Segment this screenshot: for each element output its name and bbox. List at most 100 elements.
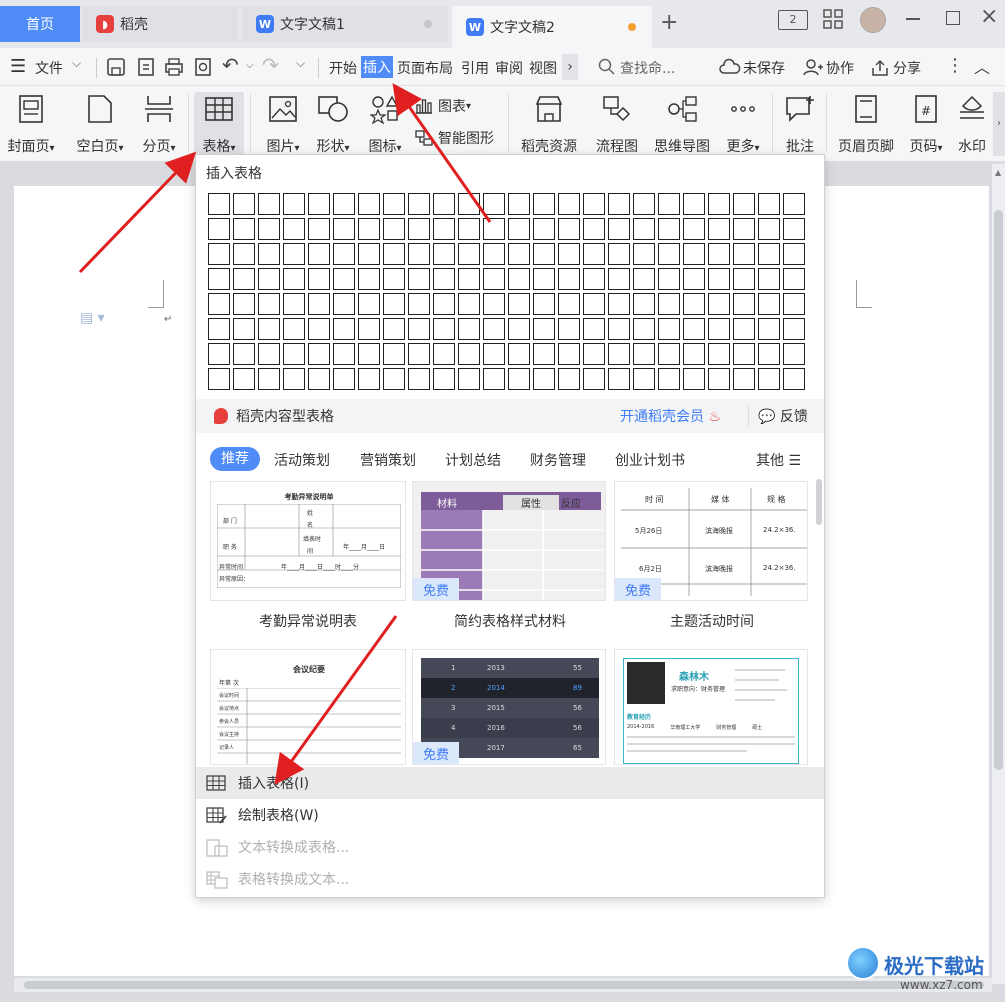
tab-insert[interactable]: 插入 xyxy=(361,56,393,78)
grid-cell[interactable] xyxy=(583,218,605,240)
grid-cell[interactable] xyxy=(358,193,380,215)
hamburger-icon[interactable]: ☰ xyxy=(10,56,26,77)
grid-cell[interactable] xyxy=(483,318,505,340)
grid-cell[interactable] xyxy=(683,343,705,365)
grid-cell[interactable] xyxy=(308,243,330,265)
grid-cell[interactable] xyxy=(433,268,455,290)
chart-button[interactable]: 图表 ▾ xyxy=(414,96,471,116)
grid-cell[interactable] xyxy=(783,293,805,315)
scrollbar-thumb[interactable] xyxy=(24,981,984,989)
grid-cell[interactable] xyxy=(383,243,405,265)
grid-cell[interactable] xyxy=(683,268,705,290)
grid-cell[interactable] xyxy=(333,368,355,390)
grid-cell[interactable] xyxy=(308,343,330,365)
category-other[interactable]: 其他 ☰ xyxy=(756,450,801,470)
grid-cell[interactable] xyxy=(758,243,780,265)
new-tab-button[interactable]: + xyxy=(660,10,678,35)
template-card-dark-table[interactable]: 12013552201489320155642016565201765 免费 xyxy=(412,649,606,765)
grid-cell[interactable] xyxy=(558,218,580,240)
grid-cell[interactable] xyxy=(483,343,505,365)
grid-cell[interactable] xyxy=(358,293,380,315)
template-card-meeting[interactable]: 会议纪要 年第 次 会议时间 会议地点 参会人员 会议主持 记录人 xyxy=(210,649,406,765)
smartart-button[interactable]: 智能图形 xyxy=(414,128,494,148)
horizontal-scrollbar[interactable] xyxy=(14,978,992,992)
grid-cell[interactable] xyxy=(458,318,480,340)
grid-cell[interactable] xyxy=(383,368,405,390)
grid-cell[interactable] xyxy=(783,193,805,215)
category-business-plan[interactable]: 创业计划书 xyxy=(615,450,685,470)
close-icon[interactable]: × xyxy=(980,4,998,29)
grid-cell[interactable] xyxy=(683,368,705,390)
grid-cell[interactable] xyxy=(733,368,755,390)
grid-cell[interactable] xyxy=(508,318,530,340)
avatar[interactable] xyxy=(860,7,886,33)
grid-cell[interactable] xyxy=(208,368,230,390)
grid-cell[interactable] xyxy=(233,318,255,340)
grid-cell[interactable] xyxy=(708,243,730,265)
grid-cell[interactable] xyxy=(408,243,430,265)
daoke-resources-button[interactable]: 稻壳资源 xyxy=(516,92,582,156)
grid-cell[interactable] xyxy=(558,293,580,315)
vip-link[interactable]: 开通稻壳会员 ♨ xyxy=(620,406,721,426)
grid-cell[interactable] xyxy=(258,318,280,340)
watermark-button[interactable]: 水印 xyxy=(954,92,990,156)
redo-icon[interactable]: ↷ xyxy=(262,53,279,77)
grid-cell[interactable] xyxy=(708,318,730,340)
grid-cell[interactable] xyxy=(508,293,530,315)
grid-cell[interactable] xyxy=(208,218,230,240)
export-pdf-icon[interactable] xyxy=(136,57,156,77)
grid-cell[interactable] xyxy=(658,343,680,365)
flowchart-button[interactable]: 流程图 xyxy=(590,92,644,156)
grid-cell[interactable] xyxy=(258,243,280,265)
grid-cell[interactable] xyxy=(383,343,405,365)
grid-cell[interactable] xyxy=(608,268,630,290)
grid-cell[interactable] xyxy=(308,218,330,240)
grid-cell[interactable] xyxy=(283,343,305,365)
grid-cell[interactable] xyxy=(658,368,680,390)
grid-cell[interactable] xyxy=(408,193,430,215)
grid-cell[interactable] xyxy=(458,343,480,365)
grid-cell[interactable] xyxy=(508,243,530,265)
grid-cell[interactable] xyxy=(483,243,505,265)
grid-cell[interactable] xyxy=(433,318,455,340)
grid-cell[interactable] xyxy=(583,368,605,390)
grid-cell[interactable] xyxy=(483,193,505,215)
tab-home[interactable]: 首页 xyxy=(0,6,80,42)
feedback-button[interactable]: 💬 反馈 xyxy=(758,406,808,426)
share-button[interactable]: 分享 xyxy=(893,58,921,78)
grid-cell[interactable] xyxy=(433,243,455,265)
grid-cell[interactable] xyxy=(258,368,280,390)
grid-cell[interactable] xyxy=(733,243,755,265)
menu-file[interactable]: 文件 xyxy=(35,58,63,78)
blank-page-button[interactable]: 空白页▾ xyxy=(68,92,132,156)
tab-doc2[interactable]: W 文字文稿2 xyxy=(452,6,652,48)
grid-cell[interactable] xyxy=(658,268,680,290)
grid-cell[interactable] xyxy=(283,218,305,240)
grid-cell[interactable] xyxy=(208,293,230,315)
grid-cell[interactable] xyxy=(458,268,480,290)
grid-cell[interactable] xyxy=(408,368,430,390)
category-finance[interactable]: 财务管理 xyxy=(530,450,586,470)
grid-cell[interactable] xyxy=(783,368,805,390)
grid-cell[interactable] xyxy=(733,293,755,315)
grid-cell[interactable] xyxy=(558,368,580,390)
collapse-ribbon-icon[interactable]: ︿ xyxy=(974,54,990,78)
template-card-simple-material[interactable]: 材料 属性 反应 免费 xyxy=(412,481,606,601)
grid-cell[interactable] xyxy=(408,318,430,340)
menu-insert-table[interactable]: 插入表格(I) xyxy=(196,767,824,799)
grid-cell[interactable] xyxy=(308,268,330,290)
tab-review[interactable]: 审阅 xyxy=(495,58,523,78)
cover-page-button[interactable]: 封面页▾ xyxy=(2,92,60,156)
grid-cell[interactable] xyxy=(408,268,430,290)
template-card-resume[interactable]: 森林木 求职意向：财务管理 教育经历 2014-2016 华南理工大学 财务管理 硕士 xyxy=(614,649,808,765)
more-options-icon[interactable]: ⋮ xyxy=(946,55,964,76)
grid-cell[interactable] xyxy=(358,218,380,240)
grid-cell[interactable] xyxy=(558,343,580,365)
grid-cell[interactable] xyxy=(658,318,680,340)
grid-cell[interactable] xyxy=(383,218,405,240)
grid-cell[interactable] xyxy=(608,318,630,340)
chevron-down-icon[interactable]: ⌵ xyxy=(246,60,254,71)
template-card-activity-time[interactable]: 时 间 媒 体 规 格 5月26日 滨海晚报 24.2×36. 6月2日 滨海晚… xyxy=(614,481,808,601)
grid-cell[interactable] xyxy=(758,368,780,390)
grid-cell[interactable] xyxy=(683,243,705,265)
